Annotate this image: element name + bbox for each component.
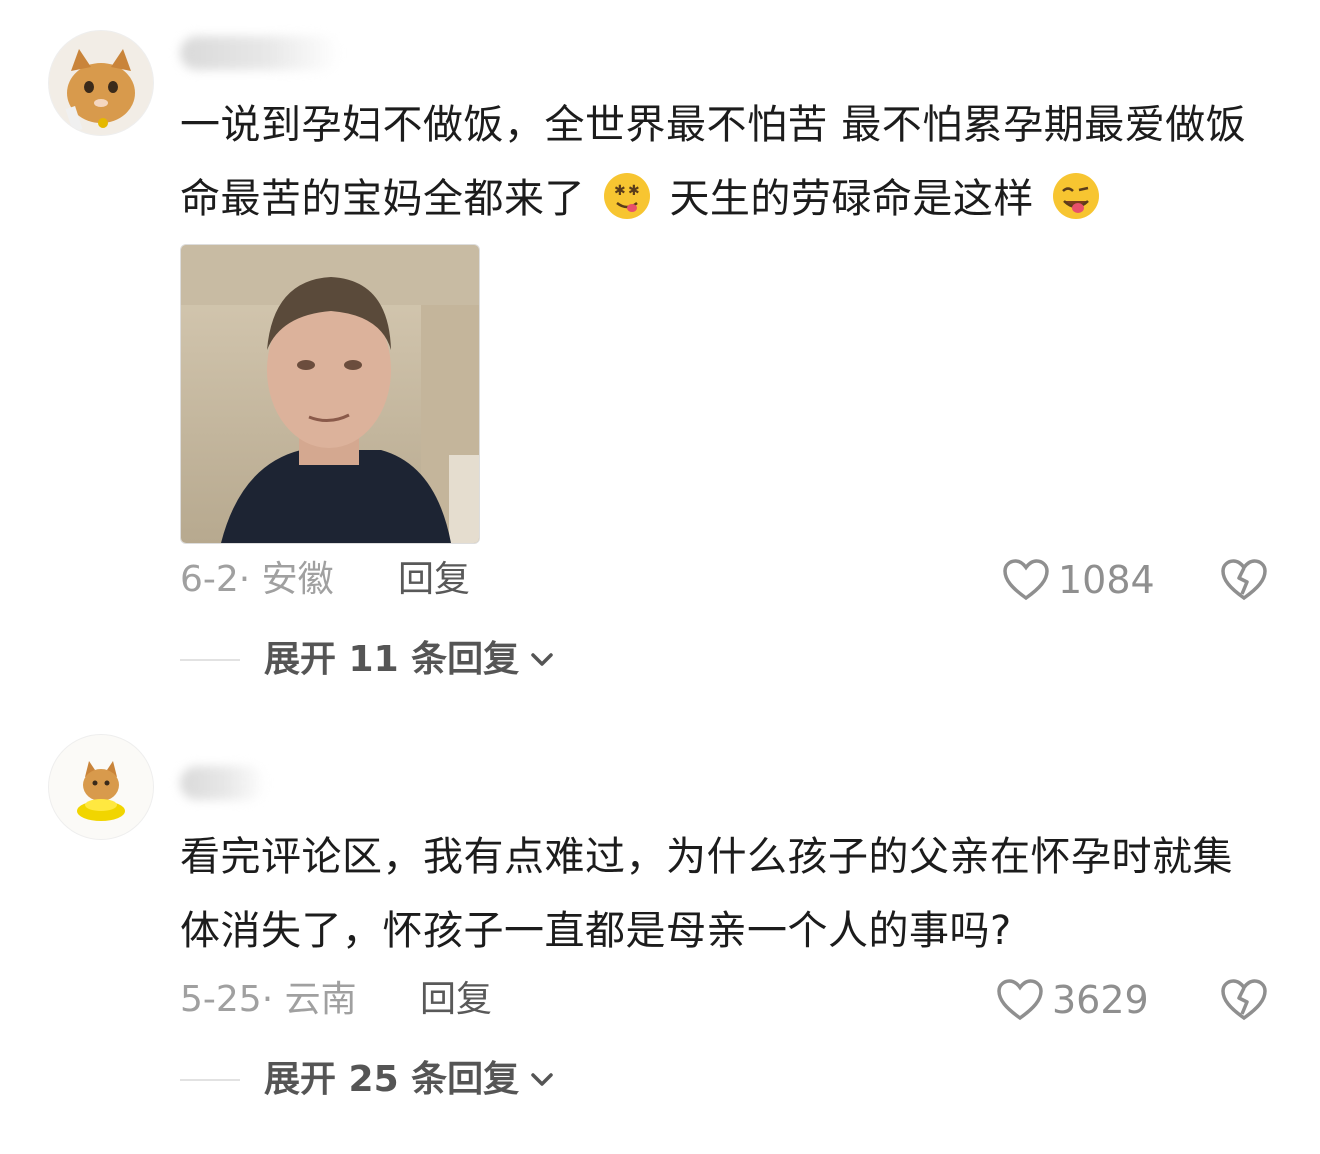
user-avatar[interactable] (48, 30, 154, 136)
comment-text-main: 看完评论区，我有点难过，为什么孩子的父亲在怀孕时就集体消失了，怀孩子一直都是母亲… (180, 834, 1233, 954)
username-blurred[interactable] (180, 766, 266, 800)
winking-tongue-emoji (1053, 173, 1100, 219)
expand-replies-label: 展开 11 条回复 (264, 639, 520, 680)
user-avatar[interactable] (48, 734, 154, 840)
divider-line (180, 659, 240, 661)
reply-button[interactable]: 回复 (398, 558, 470, 602)
comment-text: 一说到孕妇不做饭，全世界最不怕苦 最不怕累孕期最爱做饭 命最苦的宝妈全都来了 ✱… (180, 88, 1260, 236)
cat-avatar-icon (49, 735, 153, 839)
like-count: 3629 (1052, 978, 1149, 1022)
like-count: 1084 (1058, 558, 1155, 602)
svg-text:✱: ✱ (614, 183, 626, 199)
broken-heart-icon (1221, 979, 1267, 1021)
chevron-down-icon (531, 653, 553, 666)
comment-date-location: 6-2· 安徽 (180, 559, 334, 600)
heart-icon (1003, 559, 1049, 601)
comment-photo[interactable] (180, 244, 480, 544)
expand-replies[interactable]: 展开 25 条回复 (180, 1058, 555, 1102)
expand-replies[interactable]: 展开 11 条回复 (180, 638, 555, 682)
dislike-button[interactable] (1220, 978, 1268, 1026)
like-button[interactable]: 1084 (1002, 558, 1155, 602)
username-blurred[interactable] (180, 36, 340, 70)
comment-date-location: 5-25· 云南 (180, 979, 357, 1020)
heart-icon (997, 979, 1043, 1021)
broken-heart-icon (1221, 559, 1267, 601)
man-photo (181, 245, 479, 543)
cat-avatar-icon (49, 31, 153, 135)
divider-line (180, 1079, 240, 1081)
comment-text: 看完评论区，我有点难过，为什么孩子的父亲在怀孕时就集体消失了，怀孩子一直都是母亲… (180, 820, 1260, 968)
reply-button[interactable]: 回复 (420, 978, 492, 1022)
chevron-down-icon (531, 1073, 553, 1086)
comment-text-tail: 天生的劳碌命是这样 (669, 176, 1034, 222)
like-button[interactable]: 3629 (996, 978, 1149, 1022)
drooling-face-emoji: ✱ ✱ (604, 173, 651, 219)
dislike-button[interactable] (1220, 558, 1268, 606)
svg-text:✱: ✱ (628, 183, 640, 199)
expand-replies-label: 展开 25 条回复 (264, 1059, 520, 1100)
